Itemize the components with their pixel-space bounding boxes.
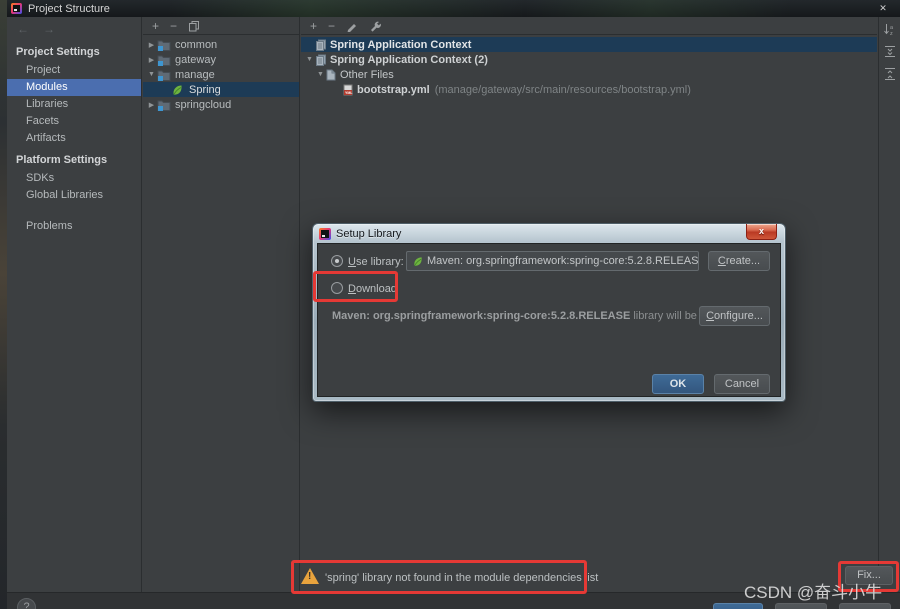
module-folder-icon bbox=[157, 69, 172, 81]
module-folder-icon bbox=[157, 99, 172, 111]
facet-row-other-files[interactable]: ▼ Other Files bbox=[301, 67, 877, 82]
facets-toolbar: + − bbox=[301, 17, 877, 35]
help-button[interactable]: ? bbox=[17, 598, 36, 609]
window-title: Project Structure bbox=[28, 2, 110, 15]
module-folder-icon bbox=[157, 39, 172, 51]
window-footer: ? bbox=[7, 592, 900, 609]
tree-row-spring[interactable]: Spring bbox=[143, 82, 299, 97]
settings-sidebar: ← → Project Settings Project Modules Libr… bbox=[7, 17, 142, 592]
warning-triangle-icon bbox=[301, 568, 319, 584]
edit-pencil-icon[interactable] bbox=[346, 20, 358, 32]
tree-row-springcloud[interactable]: ▶ springcloud bbox=[143, 97, 299, 112]
sidebar-item-artifacts[interactable]: Artifacts bbox=[7, 130, 141, 147]
sidebar-item-sdks[interactable]: SDKs bbox=[7, 170, 141, 187]
facet-label: bootstrap.yml bbox=[357, 83, 430, 96]
svg-text:z: z bbox=[890, 31, 893, 36]
expanded-arrow-icon[interactable]: ▼ bbox=[304, 56, 315, 63]
yml-file-icon: YML bbox=[343, 84, 357, 96]
setup-library-dialog: Setup Library x Use library: Maven: org.… bbox=[312, 223, 786, 402]
module-label: Spring bbox=[189, 83, 221, 96]
dialog-title: Setup Library bbox=[336, 227, 402, 240]
footer-apply-button[interactable] bbox=[839, 603, 891, 609]
use-library-radio[interactable] bbox=[331, 255, 343, 267]
modules-toolbar: + − bbox=[143, 17, 299, 35]
sidebar-item-problems[interactable]: Problems bbox=[7, 218, 141, 235]
library-combobox-value: Maven: org.springframework:spring-core:5… bbox=[427, 255, 699, 267]
collapsed-arrow-icon[interactable]: ▶ bbox=[146, 101, 157, 109]
module-label: springcloud bbox=[175, 98, 232, 111]
use-library-label: Use library: bbox=[348, 256, 404, 268]
create-button[interactable]: Create... bbox=[708, 251, 770, 271]
add-facet-icon[interactable]: + bbox=[310, 19, 317, 33]
sidebar-item-global-libraries[interactable]: Global Libraries bbox=[7, 187, 141, 204]
spring-leaf-icon bbox=[412, 256, 423, 267]
history-nav: ← → bbox=[7, 17, 141, 39]
module-label: gateway bbox=[175, 53, 216, 66]
window-close-icon[interactable]: ✕ bbox=[866, 3, 900, 14]
spring-leaf-icon bbox=[171, 84, 186, 96]
fileset-icon bbox=[315, 39, 330, 51]
module-label: manage bbox=[175, 68, 215, 81]
tree-actions-strip: az bbox=[878, 17, 900, 592]
facet-tree: Spring Application Context ▼ Spring Appl… bbox=[301, 35, 877, 97]
tree-row-common[interactable]: ▶ common bbox=[143, 37, 299, 52]
download-radio[interactable] bbox=[331, 282, 343, 294]
sidebar-item-facets[interactable]: Facets bbox=[7, 113, 141, 130]
tree-row-manage[interactable]: ▼ manage bbox=[143, 67, 299, 82]
facet-row-spring-context-2[interactable]: ▼ Spring Application Context (2) bbox=[301, 52, 877, 67]
expand-all-icon[interactable] bbox=[884, 45, 896, 58]
footer-ok-button[interactable] bbox=[713, 603, 763, 609]
sidebar-item-libraries[interactable]: Libraries bbox=[7, 96, 141, 113]
remove-module-icon[interactable]: − bbox=[170, 19, 177, 33]
fileset-icon bbox=[315, 54, 330, 66]
tree-row-gateway[interactable]: ▶ gateway bbox=[143, 52, 299, 67]
sidebar-item-modules[interactable]: Modules bbox=[7, 79, 141, 96]
library-combobox[interactable]: Maven: org.springframework:spring-core:5… bbox=[406, 251, 699, 271]
fix-button[interactable]: Fix... bbox=[845, 566, 893, 585]
copy-module-icon[interactable] bbox=[188, 20, 200, 32]
file-icon bbox=[326, 69, 340, 81]
ok-button[interactable]: OK bbox=[652, 374, 704, 394]
facet-row-bootstrap-yml[interactable]: YML bootstrap.yml (manage/gateway/src/ma… bbox=[301, 82, 877, 97]
facet-label: Spring Application Context (2) bbox=[330, 53, 488, 66]
intellij-logo-icon bbox=[319, 227, 331, 240]
cancel-button[interactable]: Cancel bbox=[714, 374, 770, 394]
module-folder-icon bbox=[157, 54, 172, 66]
window-titlebar: Project Structure ✕ bbox=[7, 0, 900, 17]
library-info-text: Maven: org.springframework:spring-core:5… bbox=[332, 310, 724, 322]
collapsed-arrow-icon[interactable]: ▶ bbox=[146, 41, 157, 49]
collapsed-arrow-icon[interactable]: ▶ bbox=[146, 56, 157, 64]
footer-cancel-button[interactable] bbox=[775, 603, 827, 609]
facet-file-path: (manage/gateway/src/main/resources/boots… bbox=[434, 83, 691, 96]
svg-text:YML: YML bbox=[345, 91, 353, 95]
screen: Project Structure ✕ ← → Project Settings … bbox=[0, 0, 900, 609]
configure-button[interactable]: Configure... bbox=[699, 306, 770, 326]
facet-label: Other Files bbox=[340, 68, 394, 81]
project-settings-header: Project Settings bbox=[16, 46, 100, 58]
remove-facet-icon[interactable]: − bbox=[328, 19, 335, 33]
module-label: common bbox=[175, 38, 218, 51]
modules-panel: + − ▶ common ▶ gateway ▼ manage Spring ▶… bbox=[143, 17, 300, 592]
dialog-close-button[interactable]: x bbox=[746, 224, 777, 240]
download-label: Download bbox=[348, 283, 397, 295]
collapse-all-icon[interactable] bbox=[884, 67, 896, 80]
dialog-titlebar: Setup Library bbox=[313, 224, 785, 243]
facet-label: Spring Application Context bbox=[330, 38, 472, 51]
facet-row-spring-context[interactable]: Spring Application Context bbox=[301, 37, 877, 52]
back-arrow-icon[interactable]: ← bbox=[17, 22, 29, 36]
wrench-icon[interactable] bbox=[369, 20, 381, 32]
dialog-content: Use library: Maven: org.springframework:… bbox=[317, 243, 781, 397]
forward-arrow-icon[interactable]: → bbox=[43, 22, 55, 36]
sidebar-item-project[interactable]: Project bbox=[7, 62, 141, 79]
sort-alphabetically-icon[interactable]: az bbox=[883, 23, 896, 36]
warning-message: 'spring' library not found in the module… bbox=[325, 572, 599, 584]
expanded-arrow-icon[interactable]: ▼ bbox=[146, 71, 157, 78]
platform-settings-header: Platform Settings bbox=[16, 154, 108, 166]
add-module-icon[interactable]: + bbox=[152, 19, 159, 33]
expanded-arrow-icon[interactable]: ▼ bbox=[315, 71, 326, 78]
desktop-background-sliver bbox=[0, 0, 7, 609]
intellij-logo-icon bbox=[11, 3, 22, 14]
module-tree: ▶ common ▶ gateway ▼ manage Spring ▶ spr… bbox=[143, 35, 299, 112]
